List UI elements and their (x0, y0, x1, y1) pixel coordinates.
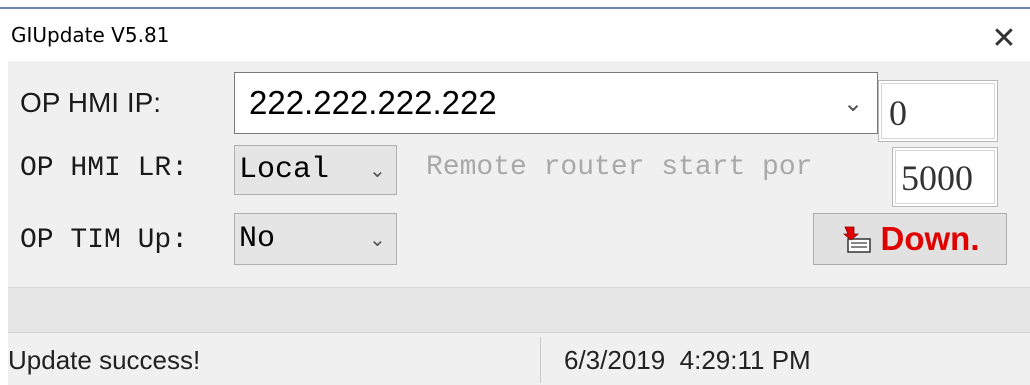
hmi-id-field[interactable]: 0 (878, 80, 998, 142)
chevron-down-icon[interactable]: ⌄ (369, 158, 386, 182)
close-button[interactable]: ✕ (984, 18, 1024, 58)
tim-up-select[interactable]: No ⌄ (234, 213, 397, 265)
hmi-ip-combobox[interactable]: 222.222.222.222 ⌄ (234, 72, 878, 134)
router-port-value: 5000 (901, 158, 973, 198)
hmi-lr-selected: Local (239, 153, 330, 187)
tim-up-selected: No (239, 222, 276, 256)
status-bar: Update success! 6/3/2019 4:29:11 PM (8, 333, 1030, 385)
chevron-down-icon[interactable]: ⌄ (843, 89, 863, 117)
hmi-ip-value[interactable]: 222.222.222.222 (249, 84, 497, 122)
status-message: Update success! (8, 345, 201, 375)
client-area: OP HMI IP: 222.222.222.222 ⌄ 0 OP HMI LR… (8, 61, 1030, 385)
download-button-label: Down. (880, 220, 980, 257)
status-timestamp: 6/3/2019 4:29:11 PM (564, 345, 811, 375)
close-icon: ✕ (991, 20, 1017, 56)
window-top-border (0, 0, 1030, 9)
progress-area (8, 287, 1030, 333)
title-bar[interactable]: GIUpdate V5.81 ✕ (0, 9, 1030, 61)
router-port-field[interactable]: 5000 (892, 147, 998, 207)
download-button[interactable]: Down. (813, 213, 1007, 265)
status-separator (540, 337, 541, 383)
window-title: GIUpdate V5.81 (11, 23, 170, 47)
hmi-ip-label: OP HMI IP: (20, 87, 162, 118)
hmi-id-value: 0 (889, 93, 907, 133)
hmi-lr-select[interactable]: Local ⌄ (234, 145, 397, 195)
remote-router-port-label: Remote router start por (426, 152, 813, 183)
download-device-icon (842, 226, 871, 253)
tim-up-label: OP TIM Up: (20, 225, 189, 256)
chevron-down-icon[interactable]: ⌄ (369, 227, 386, 251)
hmi-lr-label: OP HMI LR: (20, 153, 189, 184)
